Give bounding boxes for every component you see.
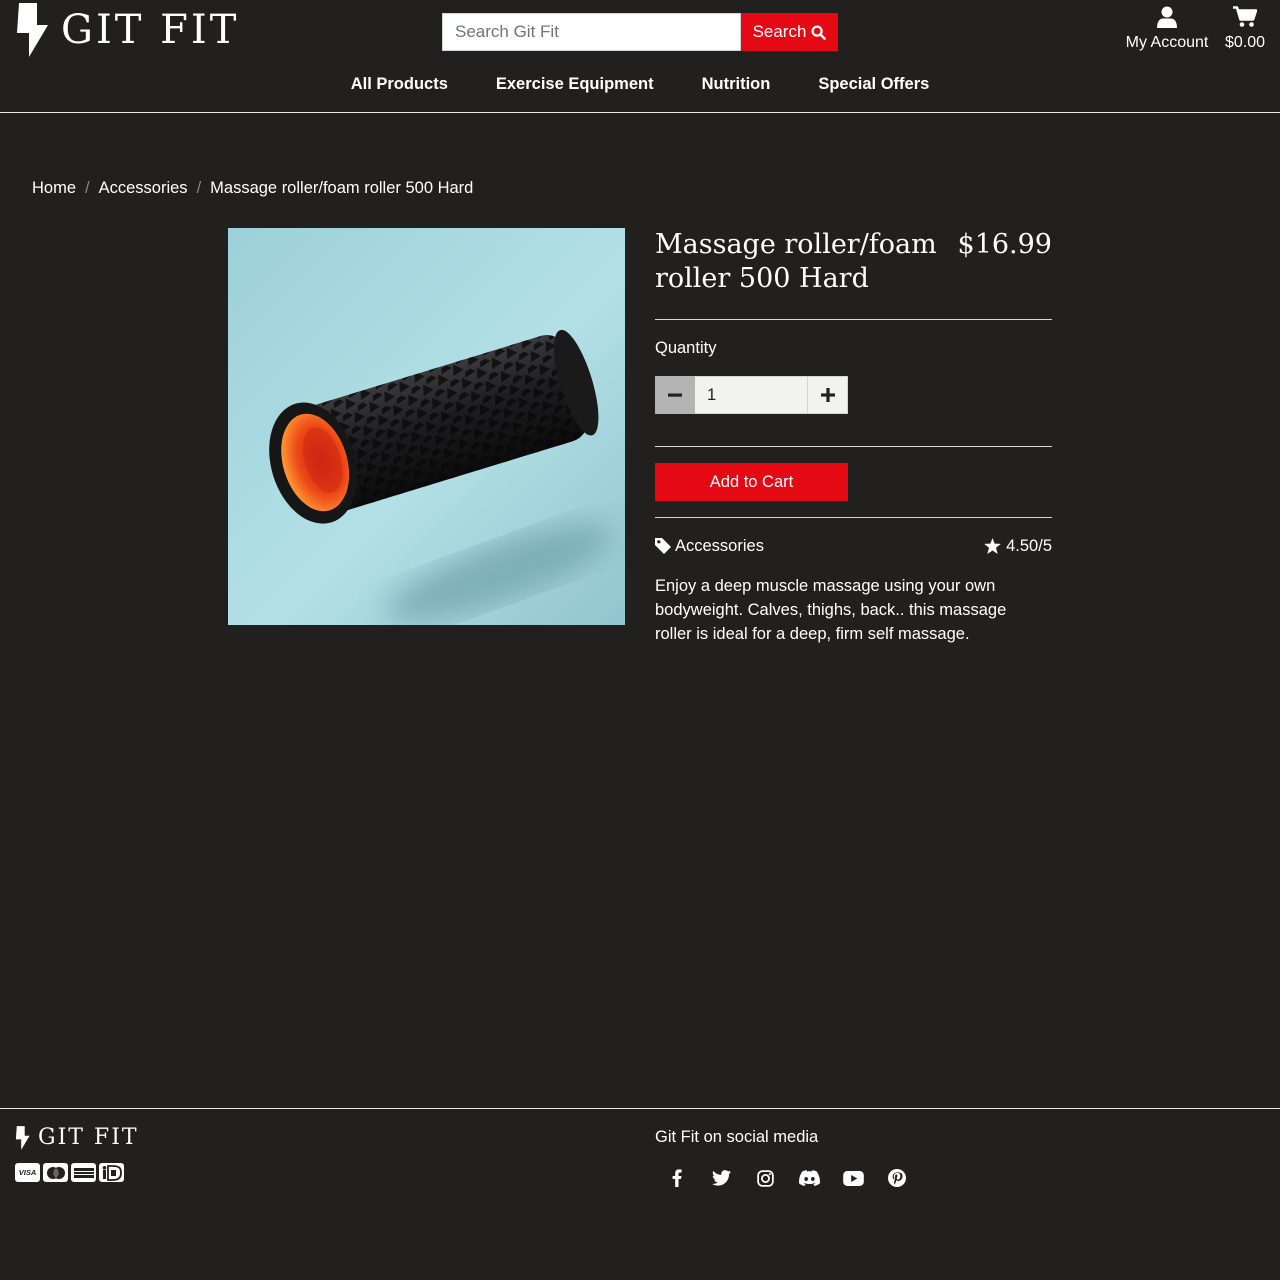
pinterest-icon [888, 1169, 906, 1187]
product-title: Massage roller/foam roller 500 Hard [655, 229, 937, 294]
increase-quantity-button[interactable] [808, 376, 848, 414]
facebook-icon [672, 1169, 682, 1187]
amex-icon [71, 1163, 96, 1182]
instagram-link[interactable] [743, 1165, 787, 1191]
youtube-link[interactable] [831, 1165, 875, 1191]
star-icon [984, 538, 1001, 554]
quantity-stepper [655, 376, 848, 414]
my-account-link[interactable]: My Account [1120, 6, 1214, 54]
divider [655, 446, 1052, 447]
twitter-link[interactable] [699, 1165, 743, 1191]
product-price: $16.99 [957, 229, 1052, 260]
tag-icon [655, 538, 671, 554]
quantity-input[interactable] [695, 376, 808, 414]
nav-special-offers[interactable]: Special Offers [794, 70, 953, 98]
visa-icon: VISA [15, 1163, 40, 1182]
search-button-label: Search [752, 22, 807, 41]
social-title: Git Fit on social media [655, 1128, 819, 1146]
product-category: Accessories [655, 534, 764, 558]
cart-link[interactable]: $0.00 [1222, 6, 1268, 54]
quantity-label: Quantity [655, 339, 717, 357]
product-category-link[interactable]: Accessories [675, 534, 764, 558]
social-links [655, 1165, 919, 1191]
breadcrumb: Home / Accessories / Massage roller/foam… [32, 176, 473, 200]
footer-logo[interactable]: GIT FIT [15, 1125, 139, 1151]
nav-all-products[interactable]: All Products [327, 70, 472, 98]
breadcrumb-separator: / [85, 179, 90, 197]
product-rating: 4.50/5 [952, 534, 1052, 558]
pinterest-link[interactable] [875, 1165, 919, 1191]
plus-icon [820, 388, 835, 402]
product-image [228, 228, 625, 625]
breadcrumb-current: Massage roller/foam roller 500 Hard [210, 179, 474, 197]
footer-site-name: GIT FIT [38, 1125, 139, 1150]
add-to-cart-button[interactable]: Add to Cart [655, 463, 848, 501]
breadcrumb-category[interactable]: Accessories [99, 176, 188, 200]
decrease-quantity-button[interactable] [655, 376, 695, 414]
youtube-icon [842, 1170, 864, 1186]
bolt-icon [17, 3, 48, 57]
search-input[interactable] [442, 13, 741, 51]
product-description: Enjoy a deep muscle massage using your o… [655, 577, 1007, 643]
nav-nutrition[interactable]: Nutrition [678, 70, 795, 98]
search-form: Search [442, 13, 838, 51]
breadcrumb-separator: / [196, 179, 202, 197]
ideal-icon [99, 1163, 124, 1182]
mastercard-icon [43, 1163, 68, 1182]
minus-icon [668, 393, 682, 397]
divider [655, 517, 1052, 518]
site-logo[interactable]: GIT FIT [15, 3, 239, 57]
search-icon [811, 24, 827, 40]
site-name: GIT FIT [61, 7, 240, 53]
discord-link[interactable] [787, 1165, 831, 1191]
site-header: GIT FIT Search My Account $0.00 All Prod… [0, 0, 1280, 113]
nav-exercise-equipment[interactable]: Exercise Equipment [472, 70, 678, 98]
twitter-icon [711, 1170, 731, 1186]
site-footer: GIT FIT VISA Git Fit on social media [0, 1108, 1280, 1280]
discord-icon [798, 1170, 820, 1186]
rating-value: 4.50/5 [1006, 537, 1052, 555]
instagram-icon [756, 1169, 774, 1187]
divider [655, 319, 1052, 320]
payment-methods: VISA [15, 1163, 124, 1182]
facebook-link[interactable] [655, 1165, 699, 1191]
my-account-label: My Account [1125, 34, 1209, 51]
bolt-icon [15, 1126, 30, 1150]
shopping-cart-icon [1233, 6, 1257, 27]
main-nav: All Products Exercise Equipment Nutritio… [0, 70, 1280, 98]
user-icon [1157, 6, 1177, 28]
cart-total: $0.00 [1224, 34, 1266, 51]
breadcrumb-home[interactable]: Home [32, 176, 76, 200]
search-button[interactable]: Search [741, 13, 838, 51]
